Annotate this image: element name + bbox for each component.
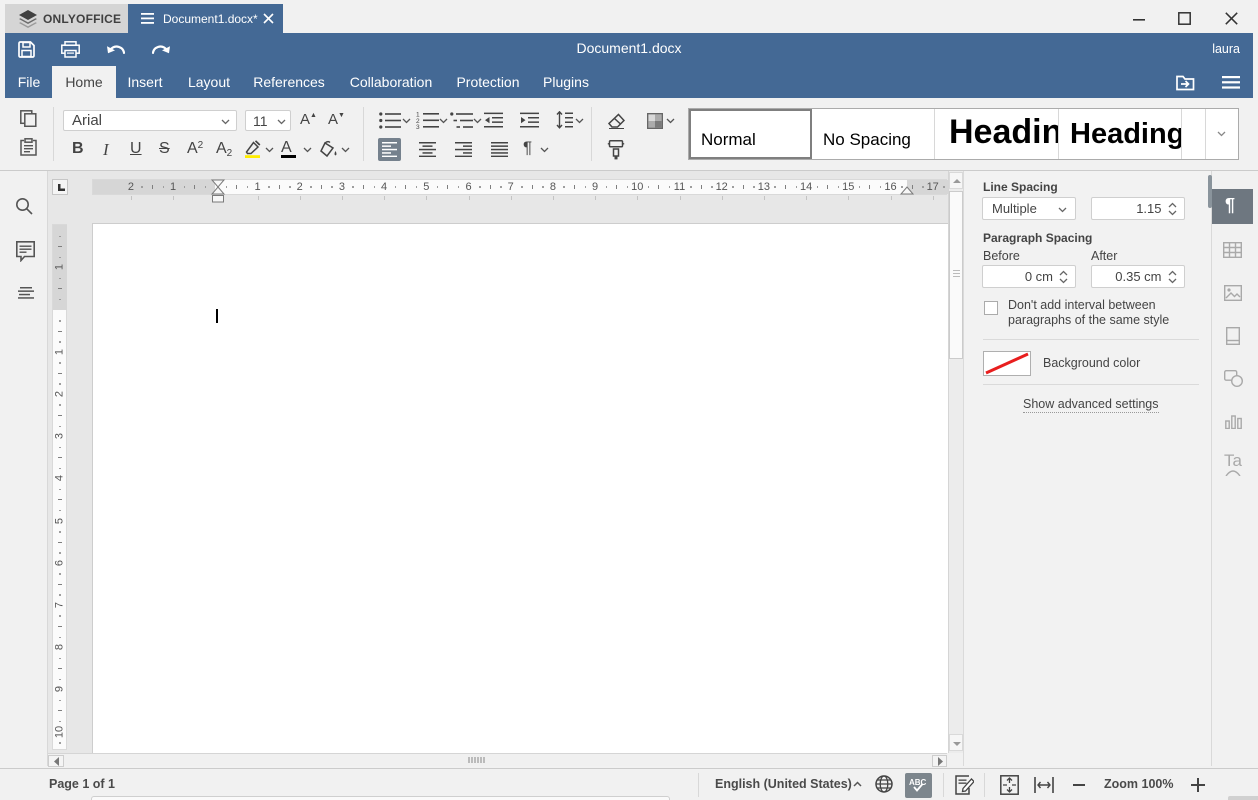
svg-text:3: 3: [416, 124, 420, 129]
svg-text:ABC: ABC: [909, 778, 927, 787]
